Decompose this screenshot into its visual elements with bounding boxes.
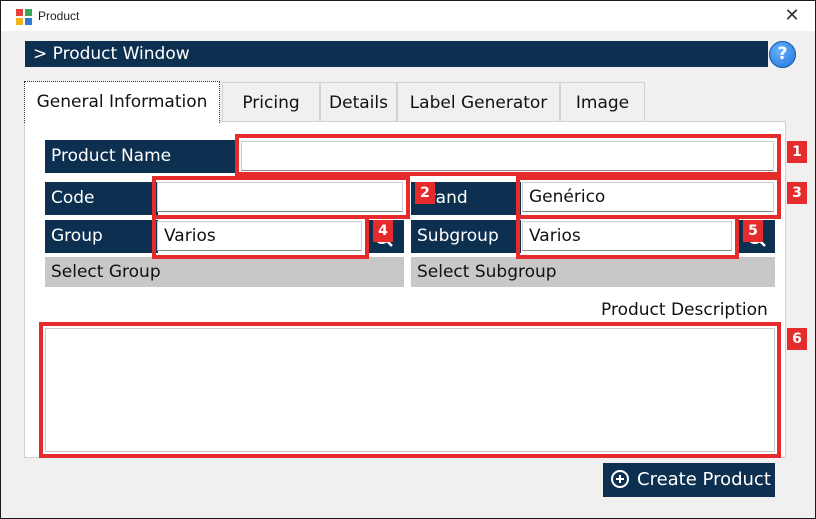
highlight-number-2: 2 (415, 182, 435, 204)
help-icon[interactable]: ? (769, 41, 796, 68)
tab-pricing[interactable]: Pricing (222, 82, 320, 122)
product-name-label: Product Name (45, 140, 237, 173)
select-subgroup-button[interactable]: Select Subgroup (411, 257, 775, 287)
tab-details[interactable]: Details (320, 82, 397, 122)
tab-image[interactable]: Image (560, 82, 645, 122)
subgroup-label: Subgroup (411, 220, 521, 253)
create-product-label: Create Product (637, 469, 771, 490)
highlight-number-6: 6 (787, 328, 807, 350)
product-name-input[interactable] (241, 141, 774, 171)
highlight-number-1: 1 (787, 141, 807, 163)
product-window: Product ✕ > Product Window ? General Inf… (0, 0, 816, 519)
tab-label-generator[interactable]: Label Generator (397, 82, 560, 122)
product-window-header: > Product Window (25, 41, 768, 67)
highlight-number-3: 3 (787, 182, 807, 204)
select-group-button[interactable]: Select Group (45, 257, 404, 287)
app-logo-icon (16, 9, 32, 25)
group-label: Group (45, 220, 158, 253)
tab-general-information[interactable]: General Information (24, 81, 220, 123)
code-input[interactable] (157, 182, 403, 212)
brand-input[interactable]: Genérico (522, 182, 774, 212)
create-product-button[interactable]: Create Product (603, 463, 775, 497)
product-description-textarea[interactable] (45, 328, 775, 452)
highlight-number-5: 5 (743, 220, 763, 242)
highlight-number-4: 4 (373, 220, 393, 242)
code-label: Code (45, 182, 158, 215)
window-title: Product (38, 9, 80, 23)
title-bar: Product ✕ (1, 1, 815, 31)
close-icon[interactable]: ✕ (778, 4, 806, 28)
product-description-label: Product Description (601, 300, 768, 320)
group-input[interactable]: Varios (157, 221, 362, 251)
plus-circle-icon (611, 470, 629, 488)
subgroup-input[interactable]: Varios (522, 221, 732, 251)
